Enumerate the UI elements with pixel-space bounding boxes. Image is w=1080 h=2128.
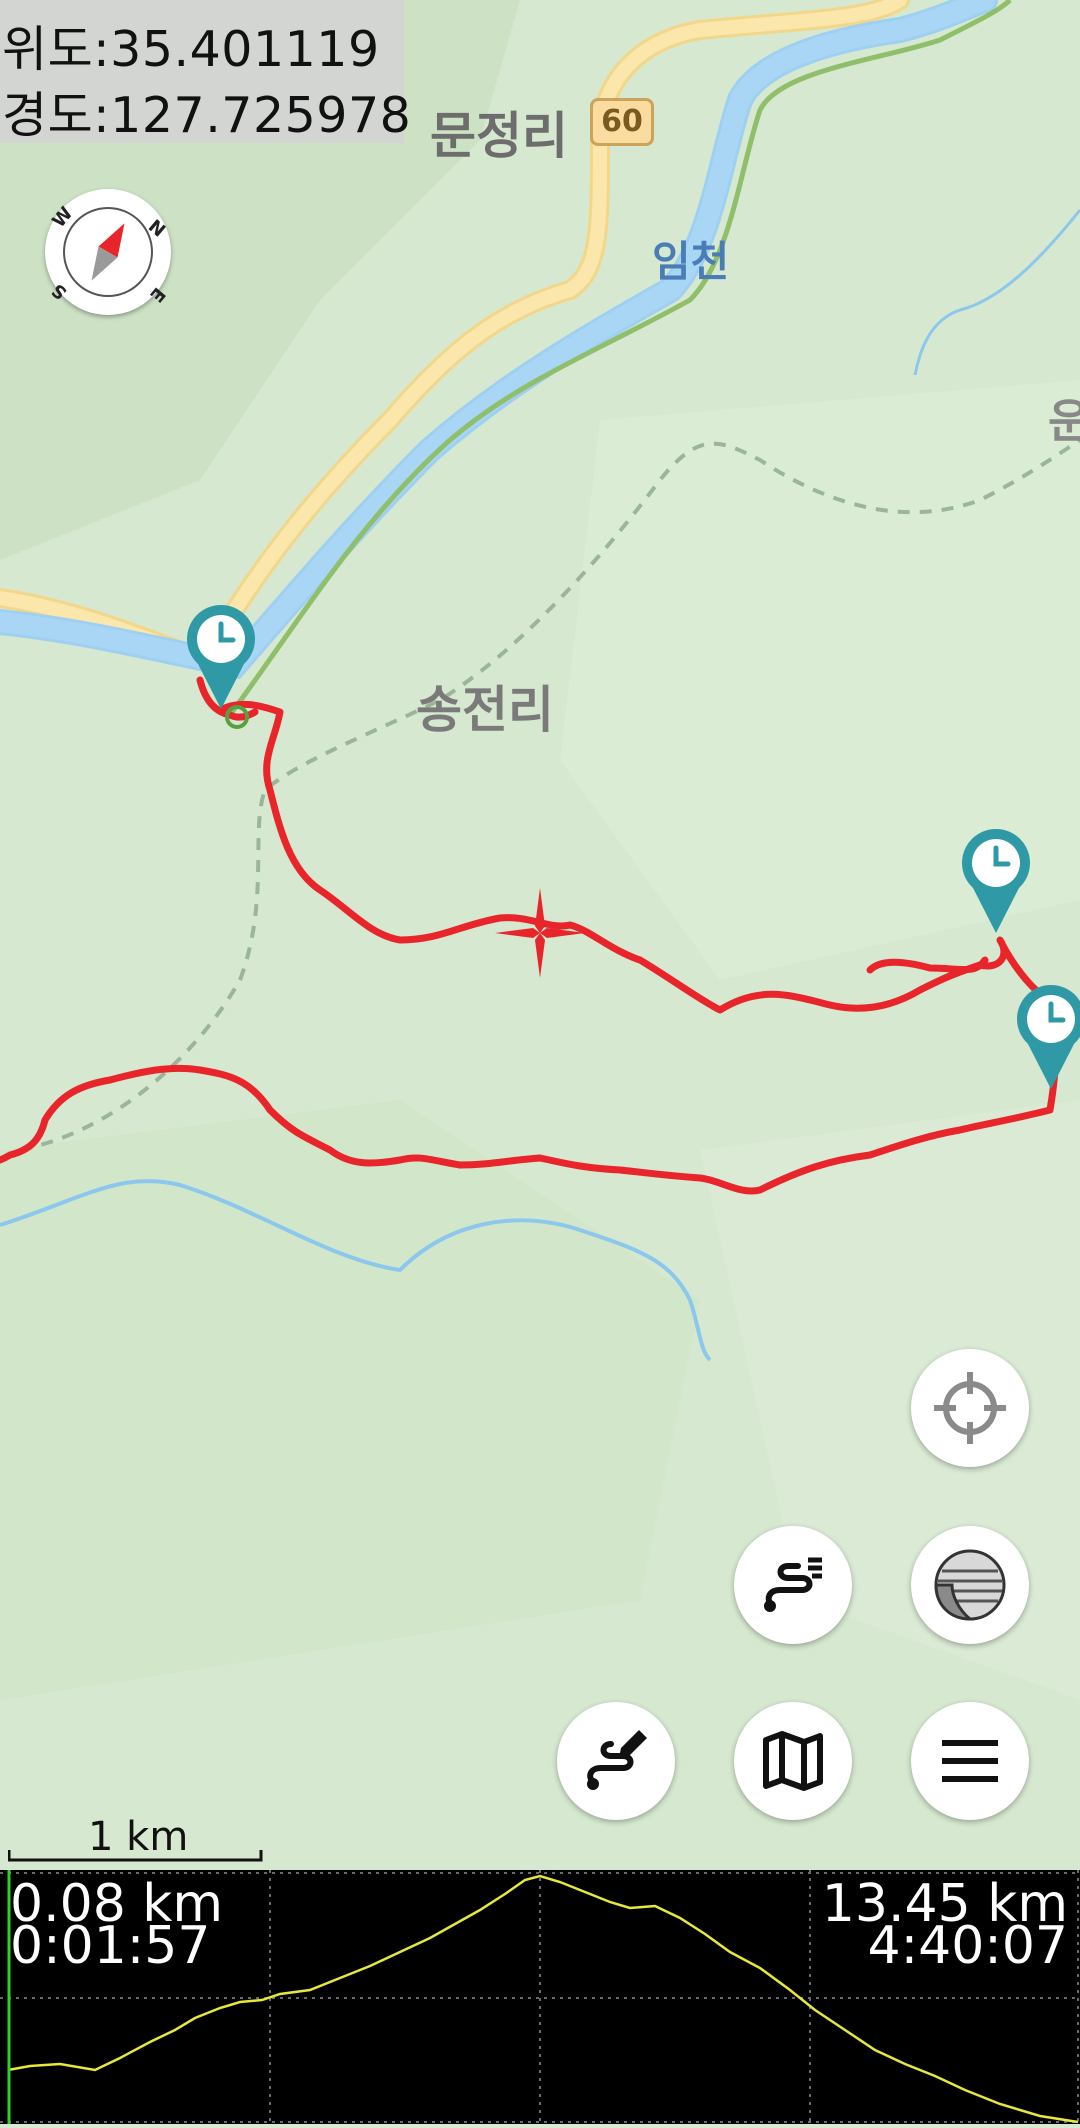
place-label-village-center: 송전리	[416, 681, 554, 739]
locate-button[interactable]	[911, 1349, 1029, 1467]
latitude-text: 위도:35.401119	[2, 21, 380, 78]
longitude-text: 경도:127.725978	[2, 87, 412, 144]
menu-button[interactable]	[911, 1702, 1029, 1820]
clock-marker-icon[interactable]	[961, 828, 1031, 938]
start-time-text: 0:01:57	[10, 1916, 211, 1976]
map-layers-icon	[934, 1549, 1006, 1621]
draw-route-icon	[587, 1730, 647, 1790]
clock-marker-icon[interactable]	[1016, 984, 1080, 1094]
place-label-village-north: 문정리	[430, 107, 568, 165]
elevation-profile[interactable]: 0.08 km 0:01:57 13.45 km 4:40:07	[0, 1870, 1080, 2124]
route-list-icon	[764, 1557, 822, 1612]
scale-bar	[8, 1850, 263, 1862]
crosshair-icon	[934, 1372, 1006, 1444]
map-layers-button[interactable]	[911, 1526, 1029, 1644]
compass-e-label: E	[145, 283, 169, 306]
map-icon	[763, 1731, 823, 1791]
route-list-button[interactable]	[734, 1526, 852, 1644]
map-button[interactable]	[734, 1702, 852, 1820]
compass-button[interactable]: N E S W	[45, 189, 171, 315]
end-time-text: 4:40:07	[867, 1916, 1068, 1976]
place-label-edge: 운	[1048, 394, 1080, 448]
map-center-crosshair-icon	[495, 888, 585, 978]
compass-icon: N E S W	[48, 203, 169, 306]
coordinates-panel: 위도:35.401119 경도:127.725978	[0, 0, 411, 144]
route-number-badge: 60	[590, 98, 654, 146]
place-label-river: 임천	[652, 237, 730, 286]
clock-marker-icon[interactable]	[186, 604, 256, 714]
compass-s-label: S	[48, 279, 71, 303]
draw-route-button[interactable]	[557, 1702, 675, 1820]
compass-n-label: N	[144, 216, 169, 242]
map-view[interactable]: 문정리 60 임천 송전리 운 위도:35.401119 경도:127.7259…	[0, 0, 1080, 1870]
menu-icon	[942, 1740, 998, 1782]
compass-w-label: W	[48, 203, 77, 232]
